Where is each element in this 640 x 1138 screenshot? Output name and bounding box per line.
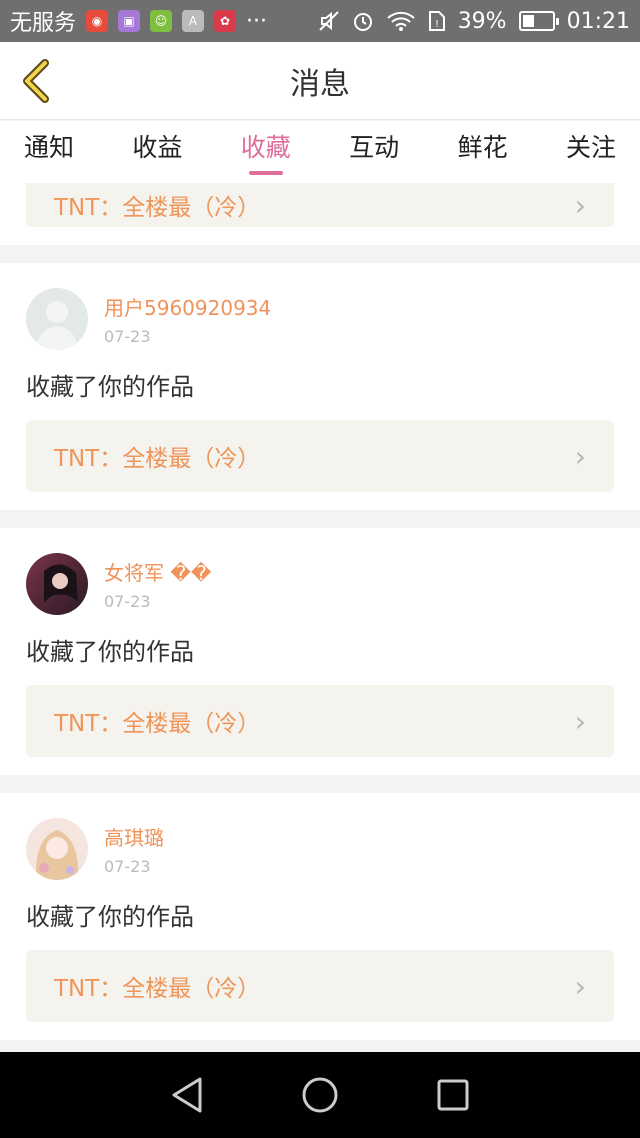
avatar[interactable]	[26, 288, 88, 350]
tab-follows[interactable]: 关注	[566, 121, 616, 183]
avatar[interactable]	[26, 818, 88, 880]
tab-bar: 通知 收益 收藏 互动 鲜花 关注	[0, 121, 640, 183]
system-nav-bar	[0, 1052, 640, 1138]
chevron-right-icon: ›	[574, 188, 586, 222]
message-list[interactable]: TNT：全楼最（冷） › 用户5960920934 07-23 收藏了你的作品 …	[0, 183, 640, 1052]
battery-percent: 39%	[457, 8, 507, 34]
work-link[interactable]: TNT：全楼最（冷） ›	[26, 950, 614, 1022]
tab-flowers[interactable]: 鲜花	[458, 121, 508, 183]
more-notifications-icon: ···	[246, 8, 267, 34]
battery-icon	[518, 11, 559, 31]
chevron-right-icon: ›	[574, 439, 586, 473]
chevron-right-icon: ›	[574, 969, 586, 1003]
timestamp: 07-23	[104, 327, 151, 346]
tab-earnings[interactable]: 收益	[132, 121, 182, 183]
username[interactable]: 女将军 ��	[104, 557, 211, 586]
action-text: 收藏了你的作品	[26, 638, 194, 666]
page-title: 消息	[290, 66, 350, 102]
back-button[interactable]	[16, 58, 56, 104]
list-item: 用户5960920934 07-23 收藏了你的作品 TNT：全楼最（冷） ›	[0, 263, 640, 510]
timestamp: 07-23	[104, 592, 151, 611]
wifi-icon	[387, 11, 415, 31]
nav-back-button[interactable]	[162, 1070, 212, 1120]
nav-recents-button[interactable]	[428, 1070, 478, 1120]
gallery-icon: ▣	[118, 10, 141, 32]
tab-interactions[interactable]: 互动	[349, 121, 399, 183]
chevron-left-icon	[23, 59, 49, 103]
work-link[interactable]: TNT：全楼最（冷） ›	[26, 420, 614, 492]
triangle-back-icon	[172, 1077, 202, 1113]
work-link[interactable]: TNT：全楼最（冷） ›	[26, 685, 614, 757]
square-recents-icon	[437, 1079, 469, 1111]
wechat-icon: ☺	[150, 10, 173, 32]
work-title: TNT：全楼最（冷）	[54, 195, 261, 221]
mute-icon	[318, 11, 339, 31]
action-text: 收藏了你的作品	[26, 373, 194, 401]
nav-home-button[interactable]	[295, 1070, 345, 1120]
weibo-icon: ◉	[86, 10, 109, 32]
carrier-text: 无服务	[10, 11, 77, 36]
work-title: TNT：全楼最（冷）	[54, 976, 261, 1002]
avatar[interactable]	[26, 553, 88, 615]
huawei-icon: ✿	[214, 10, 237, 32]
clock: 01:21	[566, 8, 630, 34]
header: 消息	[0, 42, 640, 120]
a-icon: A	[182, 10, 205, 32]
work-title: TNT：全楼最（冷）	[54, 711, 261, 737]
username[interactable]: 高琪璐	[104, 822, 164, 851]
svg-text:!: !	[435, 19, 439, 30]
list-item: 女将军 �� 07-23 收藏了你的作品 TNT：全楼最（冷） ›	[0, 528, 640, 775]
sim-icon: !	[428, 11, 445, 31]
username[interactable]: 用户5960920934	[104, 292, 271, 321]
timestamp: 07-23	[104, 857, 151, 876]
chevron-right-icon: ›	[574, 704, 586, 738]
action-text: 收藏了你的作品	[26, 903, 194, 931]
circle-home-icon	[302, 1077, 338, 1113]
tab-favorites[interactable]: 收藏	[241, 121, 291, 183]
work-title: TNT：全楼最（冷）	[54, 446, 261, 472]
status-bar: 无服务 ◉ ▣ ☺ A ✿ ··· ! 39% 01:21	[0, 0, 640, 42]
list-item: 高琪璐 07-23 收藏了你的作品 TNT：全楼最（冷） ›	[0, 793, 640, 1040]
alarm-icon	[353, 13, 372, 31]
tab-notifications[interactable]: 通知	[24, 121, 74, 183]
list-item: TNT：全楼最（冷） ›	[0, 183, 640, 245]
work-link[interactable]: TNT：全楼最（冷） ›	[26, 183, 614, 227]
